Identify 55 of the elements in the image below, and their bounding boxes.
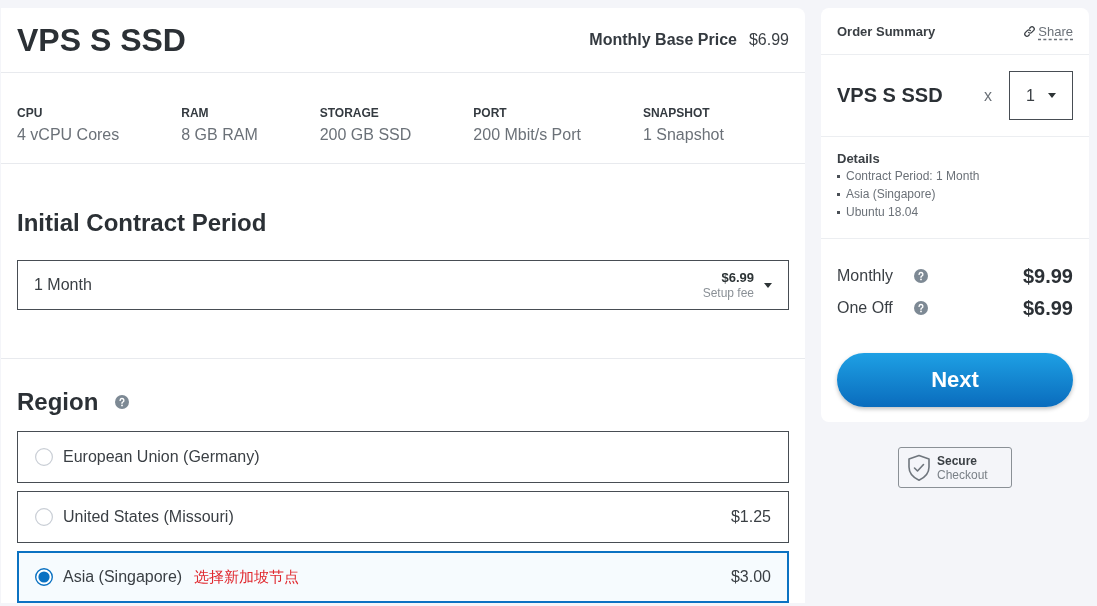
detail-text: Ubuntu 18.04 [846,204,919,221]
help-icon[interactable] [914,269,928,283]
option-price: $3.00 [730,568,771,586]
shield-check-icon [907,453,931,482]
link-icon [1024,25,1036,37]
caret-icon [764,282,772,288]
region-option[interactable]: European Union (Germany) [17,431,789,483]
spec-label: SNAPSHOT [642,105,711,121]
spec-label: STORAGE [319,105,380,121]
spec-value: 4 vCPU Cores [17,125,120,145]
details-heading: Details [837,151,881,167]
spec-value: 200 GB SSD [319,125,412,145]
region-option[interactable]: Asia (Singapore) 选择新加坡节点 $3.00 [17,551,789,603]
base-price-value: $6.99 [748,31,789,49]
bullet-icon [837,192,840,196]
total-amount: $9.99 [1022,264,1073,288]
section-heading: Initial Contract Period [17,208,268,238]
radio-button[interactable] [35,568,53,586]
detail-text: Contract Period: 1 Month [846,168,980,185]
annotation-text: 选择新加坡节点 [194,567,300,587]
total-label: Monthly [837,267,895,285]
option-label: United States (Missouri) [63,508,234,526]
help-icon[interactable] [914,301,928,315]
spec-value: 8 GB RAM [181,125,258,145]
option-label: European Union (Germany) [63,448,260,466]
spec-value: 1 Snapshot [642,125,724,145]
setup-fee-label: Setup fee [702,285,754,301]
total-amount: $6.99 [1022,296,1073,320]
spec-label: CPU [17,105,44,121]
bullet-icon [837,174,840,178]
times-sign: x [984,86,992,105]
help-icon[interactable] [115,395,130,409]
option-label: Asia (Singapore) [63,568,183,586]
section-heading: Region [17,387,99,417]
quantity-dropdown[interactable]: 1 [1009,71,1073,120]
next-button[interactable]: Next [837,353,1073,407]
detail-text: Asia (Singapore) [846,186,936,203]
selected-value: 1 Month [34,276,93,294]
spec-label: PORT [473,105,508,121]
badge-subtitle: Checkout [937,467,988,482]
option-price: $1.25 [730,508,771,526]
caret-icon [1047,93,1056,98]
setup-price: $6.99 [721,269,754,286]
share-link[interactable]: Share [1024,23,1073,39]
summary-product-title: VPS S SSD [837,84,944,107]
period-dropdown[interactable]: 1 Month $6.99 Setup fee [17,260,789,310]
summary-title: Order Summary [837,23,936,39]
product-title: VPS S SSD [17,21,186,60]
base-price-label: Monthly Base Price [589,31,737,49]
spec-label: RAM [181,105,210,121]
bullet-icon [837,210,840,214]
total-label: One Off [837,299,894,317]
spec-value: 200 Mbit/s Port [473,125,581,145]
region-option[interactable]: United States (Missouri) $1.25 [17,491,789,543]
badge-title: Secure [937,453,979,468]
